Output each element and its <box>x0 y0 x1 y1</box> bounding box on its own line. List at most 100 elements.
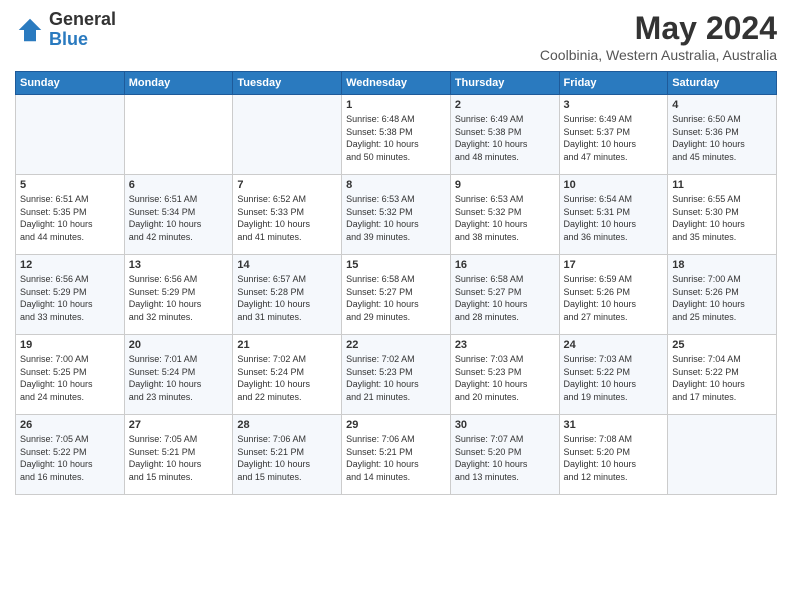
logo-general: General <box>49 10 116 30</box>
header: General Blue May 2024 Coolbinia, Western… <box>15 10 777 63</box>
day-info: Sunrise: 7:06 AM Sunset: 5:21 PM Dayligh… <box>237 433 337 483</box>
calendar-cell: 13Sunrise: 6:56 AM Sunset: 5:29 PM Dayli… <box>124 255 233 335</box>
calendar-cell: 23 Sunrise: 7:03 AM Sunset: 5:23 PM Dayli… <box>450 335 559 415</box>
calendar-cell: 24Sunrise: 7:03 AM Sunset: 5:22 PM Dayli… <box>559 335 668 415</box>
calendar-header-row: SundayMondayTuesdayWednesdayThursdayFrid… <box>16 72 777 95</box>
column-header-friday: Friday <box>559 72 668 95</box>
day-number: 20 <box>129 339 229 351</box>
calendar-cell: 8Sunrise: 6:53 AM Sunset: 5:32 PM Daylig… <box>342 175 451 255</box>
day-info: Sunrise: 6:51 AM Sunset: 5:34 PM Dayligh… <box>129 193 229 243</box>
day-info: Sunrise: 7:03 AM Sunset: 5:23 PM Dayligh… <box>455 353 555 403</box>
column-header-sunday: Sunday <box>16 72 125 95</box>
day-number: 5 <box>20 179 120 191</box>
calendar-cell: 25 Sunrise: 7:04 AM Sunset: 5:22 PM Dayli… <box>668 335 777 415</box>
day-info: Sunrise: 7:00 AM Sunset: 5:26 PM Dayligh… <box>672 273 772 323</box>
calendar-cell: 18 Sunrise: 7:00 AM Sunset: 5:26 PM Dayli… <box>668 255 777 335</box>
calendar-cell: 27 Sunrise: 7:05 AM Sunset: 5:21 PM Dayli… <box>124 415 233 495</box>
day-info: Sunrise: 6:56 AM Sunset: 5:29 PM Dayligh… <box>129 273 229 323</box>
calendar-cell: 12Sunrise: 6:56 AM Sunset: 5:29 PM Dayli… <box>16 255 125 335</box>
column-header-monday: Monday <box>124 72 233 95</box>
calendar-cell: 2 Sunrise: 6:49 AM Sunset: 5:38 PM Daylig… <box>450 95 559 175</box>
calendar-cell: 19 Sunrise: 7:00 AM Sunset: 5:25 PM Dayli… <box>16 335 125 415</box>
day-number: 27 <box>129 419 229 431</box>
calendar-cell: 6 Sunrise: 6:51 AM Sunset: 5:34 PM Daylig… <box>124 175 233 255</box>
calendar-cell: 9Sunrise: 6:53 AM Sunset: 5:32 PM Daylig… <box>450 175 559 255</box>
calendar-cell <box>16 95 125 175</box>
column-header-saturday: Saturday <box>668 72 777 95</box>
day-info: Sunrise: 7:02 AM Sunset: 5:23 PM Dayligh… <box>346 353 446 403</box>
day-info: Sunrise: 7:05 AM Sunset: 5:22 PM Dayligh… <box>20 433 120 483</box>
day-info: Sunrise: 7:02 AM Sunset: 5:24 PM Dayligh… <box>237 353 337 403</box>
day-info: Sunrise: 6:53 AM Sunset: 5:32 PM Dayligh… <box>455 193 555 243</box>
day-number: 7 <box>237 179 337 191</box>
day-info: Sunrise: 6:49 AM Sunset: 5:37 PM Dayligh… <box>564 113 664 163</box>
day-info: Sunrise: 6:49 AM Sunset: 5:38 PM Dayligh… <box>455 113 555 163</box>
day-number: 3 <box>564 99 664 111</box>
day-number: 10 <box>564 179 664 191</box>
day-number: 11 <box>672 179 772 191</box>
calendar-cell <box>233 95 342 175</box>
day-info: Sunrise: 6:57 AM Sunset: 5:28 PM Dayligh… <box>237 273 337 323</box>
day-number: 22 <box>346 339 446 351</box>
day-number: 19 <box>20 339 120 351</box>
calendar-cell: 11 Sunrise: 6:55 AM Sunset: 5:30 PM Dayli… <box>668 175 777 255</box>
week-row-2: 5 Sunrise: 6:51 AM Sunset: 5:35 PM Daylig… <box>16 175 777 255</box>
calendar-cell <box>668 415 777 495</box>
calendar-cell: 15Sunrise: 6:58 AM Sunset: 5:27 PM Dayli… <box>342 255 451 335</box>
week-row-3: 12Sunrise: 6:56 AM Sunset: 5:29 PM Dayli… <box>16 255 777 335</box>
day-info: Sunrise: 7:04 AM Sunset: 5:22 PM Dayligh… <box>672 353 772 403</box>
day-number: 14 <box>237 259 337 271</box>
calendar-cell: 10 Sunrise: 6:54 AM Sunset: 5:31 PM Dayli… <box>559 175 668 255</box>
calendar-cell: 17 Sunrise: 6:59 AM Sunset: 5:26 PM Dayli… <box>559 255 668 335</box>
day-info: Sunrise: 6:48 AM Sunset: 5:38 PM Dayligh… <box>346 113 446 163</box>
day-info: Sunrise: 6:51 AM Sunset: 5:35 PM Dayligh… <box>20 193 120 243</box>
day-info: Sunrise: 7:05 AM Sunset: 5:21 PM Dayligh… <box>129 433 229 483</box>
calendar-cell: 28 Sunrise: 7:06 AM Sunset: 5:21 PM Dayli… <box>233 415 342 495</box>
week-row-4: 19 Sunrise: 7:00 AM Sunset: 5:25 PM Dayli… <box>16 335 777 415</box>
day-number: 6 <box>129 179 229 191</box>
day-number: 23 <box>455 339 555 351</box>
day-number: 29 <box>346 419 446 431</box>
day-info: Sunrise: 7:06 AM Sunset: 5:21 PM Dayligh… <box>346 433 446 483</box>
logo: General Blue <box>15 10 116 50</box>
calendar-cell: 20 Sunrise: 7:01 AM Sunset: 5:24 PM Dayli… <box>124 335 233 415</box>
day-info: Sunrise: 6:59 AM Sunset: 5:26 PM Dayligh… <box>564 273 664 323</box>
calendar-cell <box>124 95 233 175</box>
day-info: Sunrise: 6:50 AM Sunset: 5:36 PM Dayligh… <box>672 113 772 163</box>
column-header-thursday: Thursday <box>450 72 559 95</box>
calendar-cell: 14 Sunrise: 6:57 AM Sunset: 5:28 PM Dayli… <box>233 255 342 335</box>
logo-blue: Blue <box>49 30 116 50</box>
day-info: Sunrise: 6:56 AM Sunset: 5:29 PM Dayligh… <box>20 273 120 323</box>
day-info: Sunrise: 6:54 AM Sunset: 5:31 PM Dayligh… <box>564 193 664 243</box>
column-header-tuesday: Tuesday <box>233 72 342 95</box>
calendar-cell: 26 Sunrise: 7:05 AM Sunset: 5:22 PM Dayli… <box>16 415 125 495</box>
calendar-cell: 1 Sunrise: 6:48 AM Sunset: 5:38 PM Daylig… <box>342 95 451 175</box>
column-header-wednesday: Wednesday <box>342 72 451 95</box>
day-number: 15 <box>346 259 446 271</box>
day-info: Sunrise: 6:55 AM Sunset: 5:30 PM Dayligh… <box>672 193 772 243</box>
day-number: 25 <box>672 339 772 351</box>
week-row-5: 26 Sunrise: 7:05 AM Sunset: 5:22 PM Dayli… <box>16 415 777 495</box>
day-number: 28 <box>237 419 337 431</box>
day-number: 1 <box>346 99 446 111</box>
day-info: Sunrise: 7:00 AM Sunset: 5:25 PM Dayligh… <box>20 353 120 403</box>
day-number: 26 <box>20 419 120 431</box>
day-info: Sunrise: 6:52 AM Sunset: 5:33 PM Dayligh… <box>237 193 337 243</box>
day-number: 4 <box>672 99 772 111</box>
day-number: 8 <box>346 179 446 191</box>
calendar-cell: 16Sunrise: 6:58 AM Sunset: 5:27 PM Dayli… <box>450 255 559 335</box>
day-info: Sunrise: 7:08 AM Sunset: 5:20 PM Dayligh… <box>564 433 664 483</box>
day-info: Sunrise: 7:07 AM Sunset: 5:20 PM Dayligh… <box>455 433 555 483</box>
day-info: Sunrise: 7:01 AM Sunset: 5:24 PM Dayligh… <box>129 353 229 403</box>
day-number: 17 <box>564 259 664 271</box>
day-number: 31 <box>564 419 664 431</box>
title-block: May 2024 Coolbinia, Western Australia, A… <box>540 10 777 63</box>
calendar-cell: 5 Sunrise: 6:51 AM Sunset: 5:35 PM Daylig… <box>16 175 125 255</box>
calendar-cell: 4 Sunrise: 6:50 AM Sunset: 5:36 PM Daylig… <box>668 95 777 175</box>
day-number: 18 <box>672 259 772 271</box>
day-number: 2 <box>455 99 555 111</box>
title-month: May 2024 <box>540 10 777 47</box>
calendar-body: 1 Sunrise: 6:48 AM Sunset: 5:38 PM Daylig… <box>16 95 777 495</box>
calendar-cell: 31 Sunrise: 7:08 AM Sunset: 5:20 PM Dayli… <box>559 415 668 495</box>
calendar-cell: 29 Sunrise: 7:06 AM Sunset: 5:21 PM Dayli… <box>342 415 451 495</box>
